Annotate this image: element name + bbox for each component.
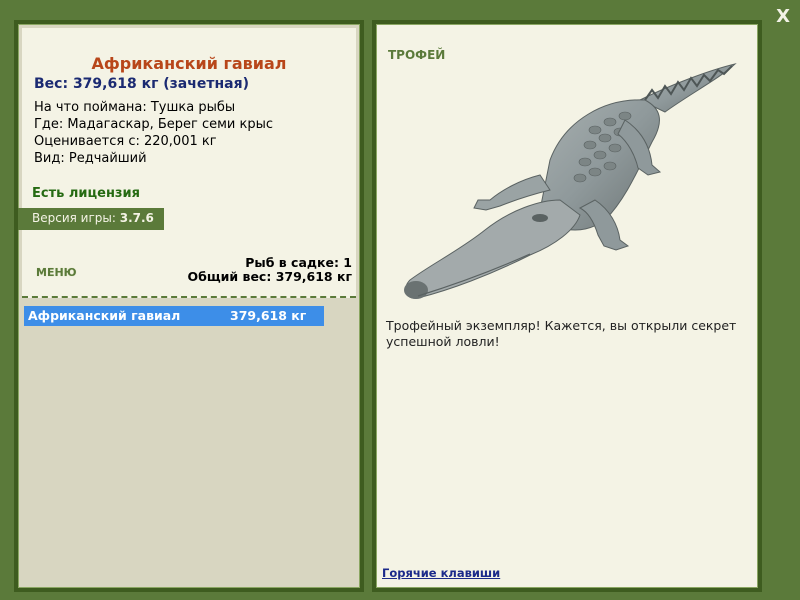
cage-summary: Рыб в садке: 1 Общий вес: 379,618 кг bbox=[188, 256, 353, 284]
hotkeys-link[interactable]: Горячие клавиши bbox=[382, 566, 500, 580]
close-button[interactable]: X bbox=[776, 6, 790, 27]
cage-item-name: Африканский гавиал bbox=[28, 308, 181, 323]
divider bbox=[22, 296, 356, 298]
cage-total-weight: Общий вес: 379,618 кг bbox=[187, 269, 353, 284]
license-status: Есть лицензия bbox=[32, 186, 140, 201]
gharial-image bbox=[404, 63, 737, 299]
value-info: Оценивается с: 220,001 кг bbox=[34, 134, 217, 149]
version-label: Версия игры: bbox=[32, 211, 116, 225]
trophy-panel: ТРОФЕЙ Трофейный экземпляр! Кажется, вы … bbox=[372, 20, 762, 592]
fish-title: Африканский гавиал bbox=[91, 54, 287, 73]
cage-list-item[interactable]: Африканский гавиал 379,618 кг bbox=[24, 306, 324, 326]
fish-weight: Вес: 379,618 кг (зачетная) bbox=[34, 76, 249, 92]
version-badge: Версия игры: 3.7.6 bbox=[18, 208, 164, 230]
fish-info-panel: Африканский гавиал Вес: 379,618 кг (заче… bbox=[14, 20, 364, 592]
cage-count: Рыб в садке: 1 bbox=[245, 255, 352, 270]
rarity-info: Вид: Редчайший bbox=[34, 151, 147, 166]
bait-info: На что поймана: Тушка рыбы bbox=[34, 100, 236, 115]
version-value: 3.7.6 bbox=[119, 211, 154, 225]
menu-button[interactable]: МЕНЮ bbox=[36, 266, 77, 279]
trophy-description: Трофейный экземпляр! Кажется, вы открыли… bbox=[386, 318, 737, 349]
fish-details: На что поймана: Тушка рыбы Где: Мадагаск… bbox=[34, 99, 273, 167]
cage-item-weight: 379,618 кг bbox=[230, 308, 307, 323]
fish-details-area: Африканский гавиал Вес: 379,618 кг (заче… bbox=[18, 28, 356, 298]
location-info: Где: Мадагаскар, Берег семи крыс bbox=[34, 117, 274, 132]
